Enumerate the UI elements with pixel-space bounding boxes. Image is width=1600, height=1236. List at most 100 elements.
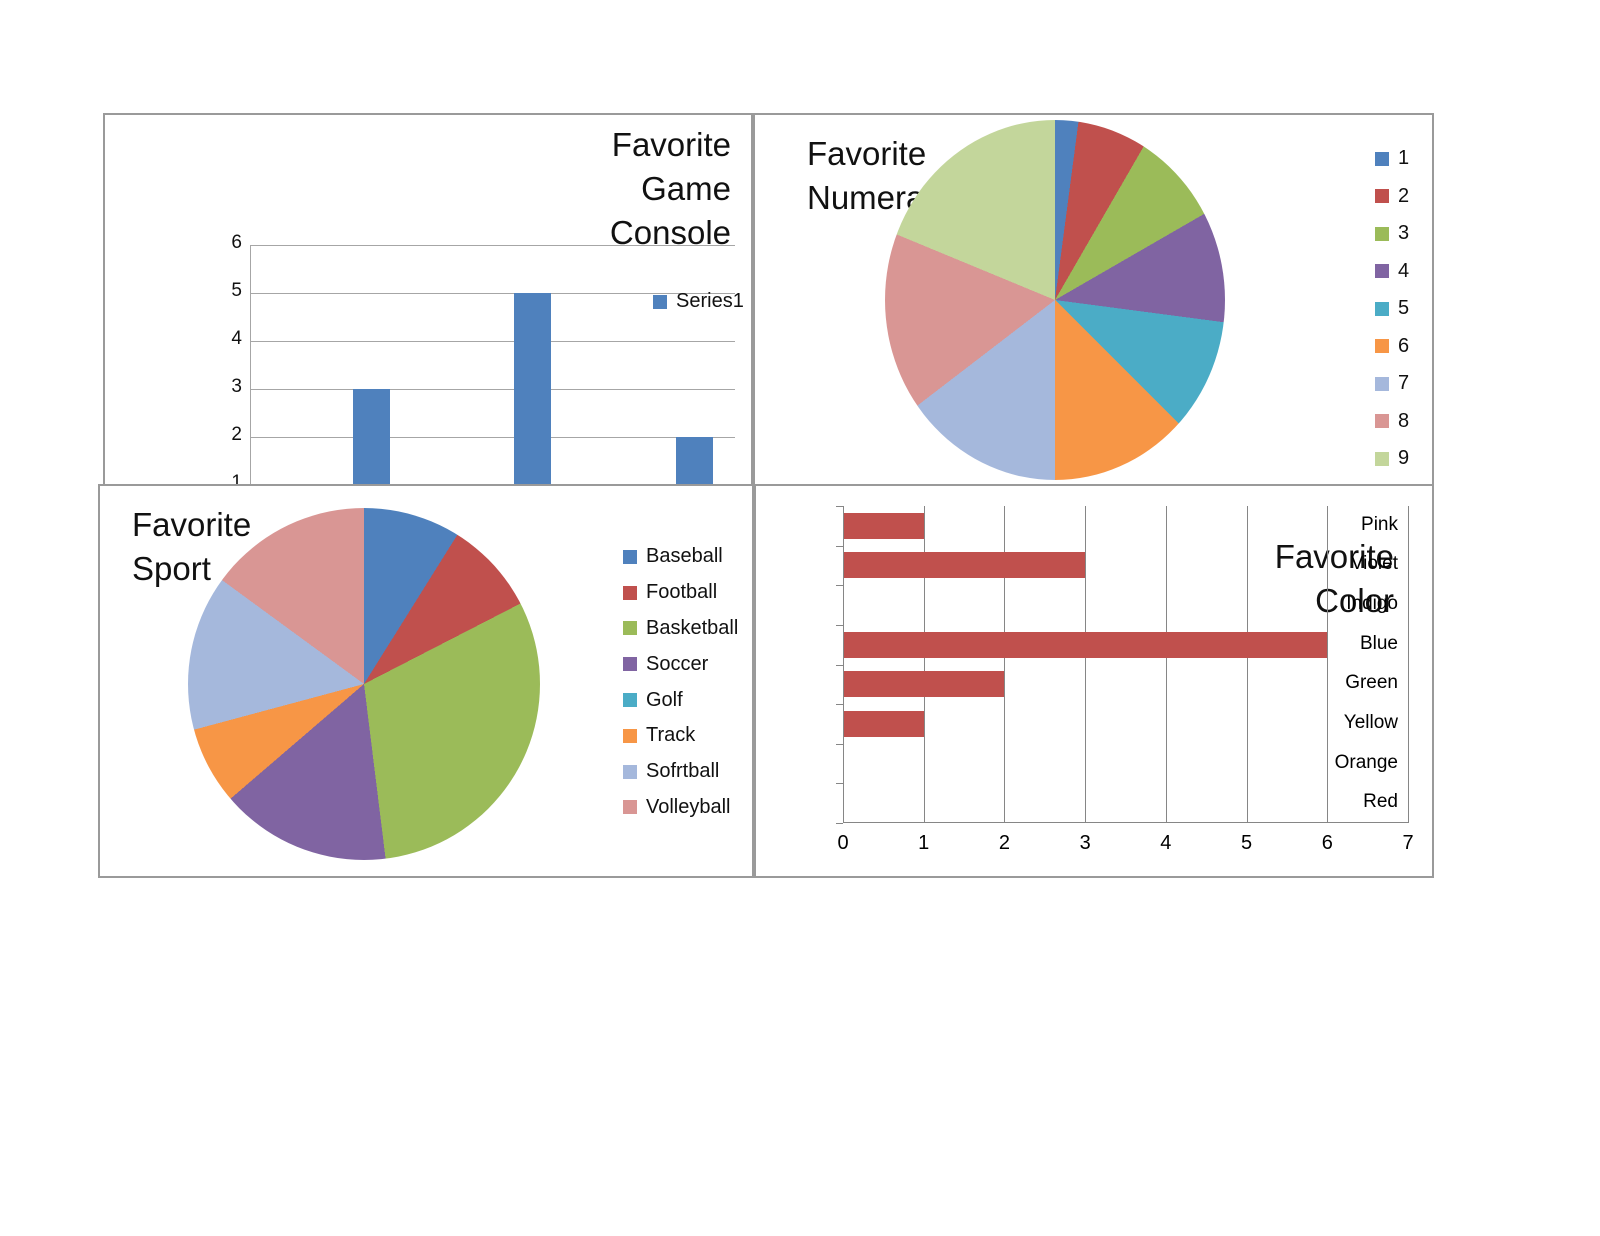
legend-label: 7 [1398,372,1410,395]
y-tick-label: 4 [231,328,242,349]
x-tick-label: 3 [1079,832,1091,854]
y-tick-mark [836,783,843,785]
legend-label: 4 [1398,259,1410,282]
y-axis-line-color-chart [843,506,844,823]
legend-item[interactable]: 1 [1375,140,1409,178]
gridline [1408,506,1409,823]
legend-label: Track [646,724,696,747]
x-tick-label: 2 [998,832,1010,854]
legend-favorite-game-console: Series1 [653,283,744,320]
bar[interactable] [843,710,924,737]
legend-item[interactable]: Basketball [623,611,738,647]
y-tick-mark [836,545,843,547]
x-tick-label: 4 [1160,832,1172,854]
bar[interactable] [843,512,924,539]
chart-panel-favorite-numeral: Favorite Numeral 123456789 [753,113,1434,493]
legend-label: Sofrtball [646,760,720,783]
charts-page: Favorite Game Console 0123456 XboxPS3Nin… [0,0,1600,1236]
gridline [250,341,735,342]
legend-swatch-icon [1375,451,1389,466]
x-tick-label: 1 [918,832,930,854]
legend-label: Baseball [646,545,723,568]
legend-label: Football [646,581,718,604]
y-tick-label: 6 [231,232,242,253]
x-tick-label: 6 [1321,832,1333,854]
x-tick-label: 0 [837,832,849,854]
legend-swatch-icon [623,621,637,636]
bar[interactable] [843,631,1328,658]
legend-swatch-icon [623,764,637,779]
legend-swatch-icon [1375,151,1389,166]
y-tick-mark [836,664,843,666]
y-tick-mark [836,823,843,824]
legend-item[interactable]: 6 [1375,328,1409,366]
y-tick-mark [836,585,843,587]
legend-item[interactable]: Golf [623,682,738,718]
gridline [1165,506,1167,823]
legend-label: Volleyball [646,795,731,818]
legend-item[interactable]: Soccer [623,646,738,682]
legend-label: 2 [1398,184,1410,207]
legend-label: 3 [1398,222,1410,245]
legend-item[interactable]: 7 [1375,365,1409,403]
legend-label: 6 [1398,334,1410,357]
pie-favorite-sport [188,508,540,860]
legend-label: Series1 [676,290,744,312]
y-tick-label: 2 [231,424,242,445]
legend-item[interactable]: 2 [1375,178,1409,216]
legend-item[interactable]: Sofrtball [623,754,738,790]
gridline [250,389,735,390]
legend-swatch-icon [1375,376,1389,391]
chart-panel-favorite-game-console: Favorite Game Console 0123456 XboxPS3Nin… [103,113,753,566]
legend-item[interactable]: Baseball [623,539,738,575]
legend-swatch-icon [1375,339,1389,354]
legend-swatch-icon [623,728,637,743]
chart-title-favorite-game-console: Favorite Game Console [609,126,731,251]
y-category-label: Indigo [1346,593,1398,615]
legend-item[interactable]: Football [623,575,738,611]
bar[interactable] [843,671,1005,698]
legend-item[interactable]: 3 [1375,215,1409,253]
x-tick-label: 5 [1241,832,1253,854]
legend-item[interactable]: 9 [1375,440,1409,478]
legend-label: Golf [646,688,683,711]
gridline [1246,506,1248,823]
legend-item[interactable]: Track [623,718,738,754]
legend-favorite-numeral: 1 2 3 4 5 6 7 8 9 [1375,140,1409,478]
x-axis-line-color-chart [843,822,1408,823]
y-tick-mark [836,704,843,706]
legend-swatch-icon [1375,414,1389,429]
legend-favorite-sport: Baseball Football Basketball Soccer Golf Trac… [623,539,738,825]
gridline [250,437,735,438]
legend-item[interactable]: Series1 [653,283,744,320]
legend-swatch-icon [1375,264,1389,279]
gridline [1327,506,1329,823]
legend-swatch-icon [653,294,667,309]
y-tick-mark [836,624,843,626]
legend-label: 5 [1398,297,1410,320]
legend-item[interactable]: Volleyball [623,790,738,826]
gridline [250,245,735,246]
legend-swatch-icon [1375,189,1389,204]
legend-swatch-icon [1375,301,1389,316]
y-category-label: Red [1363,791,1398,813]
chart-panel-favorite-sport: Favorite Sport Baseball Football Basketbal… [98,484,754,878]
legend-label: Soccer [646,652,709,675]
y-category-label: Green [1345,672,1398,694]
legend-swatch-icon [623,585,637,600]
legend-label: Basketball [646,616,739,639]
bar[interactable] [843,552,1086,579]
legend-swatch-icon [623,549,637,564]
gridline [1085,506,1087,823]
legend-label: 1 [1398,147,1410,170]
y-tick-mark [836,743,843,745]
y-category-label: Blue [1359,632,1398,654]
legend-swatch-icon [623,657,637,672]
y-category-label: Orange [1334,751,1398,773]
y-category-label: Violet [1350,553,1398,575]
legend-item[interactable]: 5 [1375,290,1409,328]
y-category-label: Pink [1361,513,1398,535]
legend-item[interactable]: 8 [1375,403,1409,441]
legend-item[interactable]: 4 [1375,253,1409,291]
legend-swatch-icon [1375,226,1389,241]
